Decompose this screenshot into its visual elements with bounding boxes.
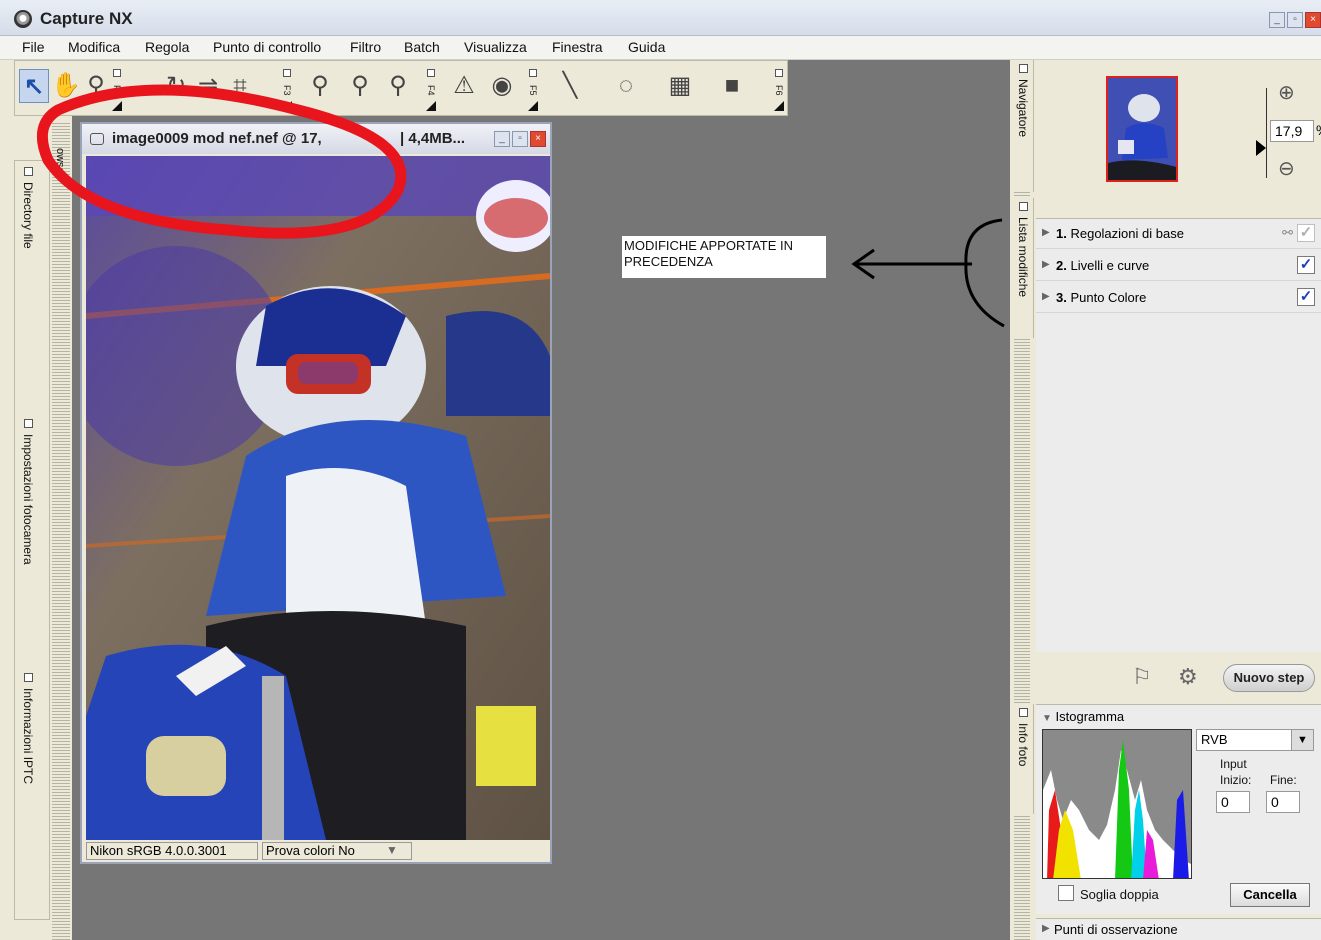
tab-informazioni-iptc[interactable]: Informazioni IPTC: [21, 673, 35, 784]
image-minimize-button[interactable]: _: [494, 131, 510, 147]
channel-select[interactable]: RVB ▼: [1196, 729, 1314, 751]
start-input[interactable]: 0: [1216, 791, 1250, 813]
pin-icon: [23, 419, 33, 428]
motocross-photo-image: [86, 156, 550, 840]
color-control-point-icon[interactable]: ◉: [487, 69, 517, 103]
tab-lista-modifiche[interactable]: Lista modifiche: [1016, 202, 1030, 297]
tab-impostazioni-fotocamera[interactable]: Impostazioni fotocamera: [21, 419, 35, 565]
double-threshold-label: Soglia doppia: [1080, 887, 1159, 902]
menu-guida[interactable]: Guida: [628, 39, 665, 55]
app-title: Capture NX: [40, 9, 133, 28]
motocross-photo[interactable]: [86, 156, 550, 840]
close-button[interactable]: ×: [1305, 12, 1321, 28]
menu-regola[interactable]: Regola: [145, 39, 189, 55]
toolbar-group-handle[interactable]: F5: [527, 67, 539, 111]
window-controls: _ ▫ ×: [1269, 12, 1321, 28]
end-input[interactable]: 0: [1266, 791, 1300, 813]
pin-icon: [1018, 202, 1028, 211]
zoom-slider-track[interactable]: [1266, 88, 1267, 178]
menu-finestra[interactable]: Finestra: [552, 39, 603, 55]
menu-punto-di-controllo[interactable]: Punto di controllo: [213, 39, 321, 55]
zoom-value-field[interactable]: 17,9: [1270, 120, 1314, 142]
fill-tool-icon[interactable]: ■: [717, 69, 747, 103]
new-step-button[interactable]: Nuovo step: [1223, 664, 1315, 692]
histogram-panel: ▼ Istogramma RVB ▼ Input Inizio: Fine: 0…: [1036, 704, 1321, 914]
menu-bar: File Modifica Regola Punto di controllo …: [0, 36, 1321, 60]
link-icon[interactable]: ⚯: [1282, 225, 1293, 241]
annotation-note: MODIFICHE APPORTATE IN PRECEDENZA: [622, 236, 826, 278]
flag-icon[interactable]: ⚐: [1132, 664, 1152, 690]
zoom-slider-handle[interactable]: [1256, 140, 1266, 156]
right-panel: Navigatore ⊕ 17,9 % ⊖ Lista modifiche ▶ …: [1010, 60, 1321, 940]
double-threshold-checkbox[interactable]: [1058, 885, 1074, 901]
pin-icon: [23, 673, 33, 682]
step-checkbox[interactable]: ✓: [1297, 288, 1315, 306]
photo-info-sidebar: Info foto: [1012, 704, 1034, 814]
color-profile: Nikon sRGB 4.0.0.3001: [86, 842, 258, 860]
edit-list-footer: ⚐ ⚙ Nuovo step: [1036, 658, 1321, 698]
histogram-graph[interactable]: [1042, 729, 1192, 879]
navigator-thumbnail-image: [1108, 78, 1176, 180]
zoom-in-icon[interactable]: ⊕: [1278, 80, 1295, 105]
menu-batch[interactable]: Batch: [404, 39, 440, 55]
zoom-out-icon[interactable]: ⊖: [1278, 156, 1295, 181]
step-checkbox[interactable]: ✓: [1297, 256, 1315, 274]
pin-icon: [1018, 64, 1028, 73]
red-eye-tool-icon[interactable]: ⚠: [449, 69, 479, 103]
menu-modifica[interactable]: Modifica: [68, 39, 120, 55]
chevron-down-icon[interactable]: ▼: [386, 843, 398, 857]
zoom-unit: %: [1316, 122, 1321, 138]
left-panel-splitter[interactable]: [52, 122, 70, 940]
settings-gear-icon[interactable]: ⚙: [1178, 664, 1198, 690]
collapse-arrow-icon[interactable]: ▼: [1042, 713, 1052, 724]
menu-filtro[interactable]: Filtro: [350, 39, 381, 55]
pin-icon: [1018, 708, 1028, 717]
minimize-button[interactable]: _: [1269, 12, 1285, 28]
histogram-title: Istogramma: [1055, 709, 1125, 724]
edit-step[interactable]: ▶ 2. Livelli e curve ✓: [1036, 251, 1321, 281]
observation-points-label: Punti di osservazione: [1054, 922, 1178, 937]
histogram-plot: [1043, 740, 1191, 878]
menu-visualizza[interactable]: Visualizza: [464, 39, 527, 55]
step-checkbox[interactable]: ✓: [1297, 224, 1315, 242]
title-bar: Capture NX _ ▫ ×: [0, 0, 1321, 36]
red-circle-annotation: [36, 84, 407, 239]
cancel-button[interactable]: Cancella: [1230, 883, 1310, 907]
menu-file[interactable]: File: [22, 39, 45, 55]
image-close-button[interactable]: ×: [530, 131, 546, 147]
start-label: Inizio:: [1220, 773, 1252, 787]
left-sidebar: Directory file Impostazioni fotocamera I…: [14, 160, 50, 920]
expand-arrow-icon[interactable]: ▶: [1042, 291, 1050, 302]
end-label: Fine:: [1270, 773, 1297, 787]
toolbar-group-handle[interactable]: F6: [773, 67, 785, 111]
expand-arrow-icon[interactable]: ▶: [1042, 259, 1050, 270]
toolbar-group-handle[interactable]: F4: [425, 67, 437, 111]
edit-list: ▶ 1. Regolazioni di base ⚯ ✓ ▶ 2. Livell…: [1036, 218, 1321, 652]
navigator-sidebar: Navigatore: [1012, 60, 1034, 192]
app-logo-icon: [14, 10, 32, 28]
lasso-tool-icon[interactable]: ◌: [611, 69, 641, 103]
expand-arrow-icon[interactable]: ▶: [1042, 923, 1050, 934]
image-status-bar: Nikon sRGB 4.0.0.3001 Prova colori No ▼: [86, 842, 550, 862]
tab-navigatore[interactable]: Navigatore: [1016, 64, 1030, 137]
navigator-thumbnail[interactable]: [1106, 76, 1178, 182]
chevron-down-icon[interactable]: ▼: [1291, 730, 1313, 750]
image-maximize-button[interactable]: ▫: [512, 131, 528, 147]
gradient-tool-icon[interactable]: ▦: [665, 69, 695, 103]
edit-list-sidebar: Lista modifiche: [1012, 198, 1034, 338]
expand-arrow-icon[interactable]: ▶: [1042, 227, 1050, 238]
edit-step[interactable]: ▶ 1. Regolazioni di base ⚯ ✓: [1036, 219, 1321, 249]
maximize-button[interactable]: ▫: [1287, 12, 1303, 28]
input-label: Input: [1220, 757, 1247, 771]
brush-tool-icon[interactable]: ╲: [555, 69, 585, 103]
tab-info-foto[interactable]: Info foto: [1016, 708, 1030, 766]
observation-points-section[interactable]: ▶ Punti di osservazione: [1036, 918, 1321, 940]
edit-step[interactable]: ▶ 3. Punto Colore ✓: [1036, 283, 1321, 313]
arrow-annotation: [851, 218, 1005, 328]
